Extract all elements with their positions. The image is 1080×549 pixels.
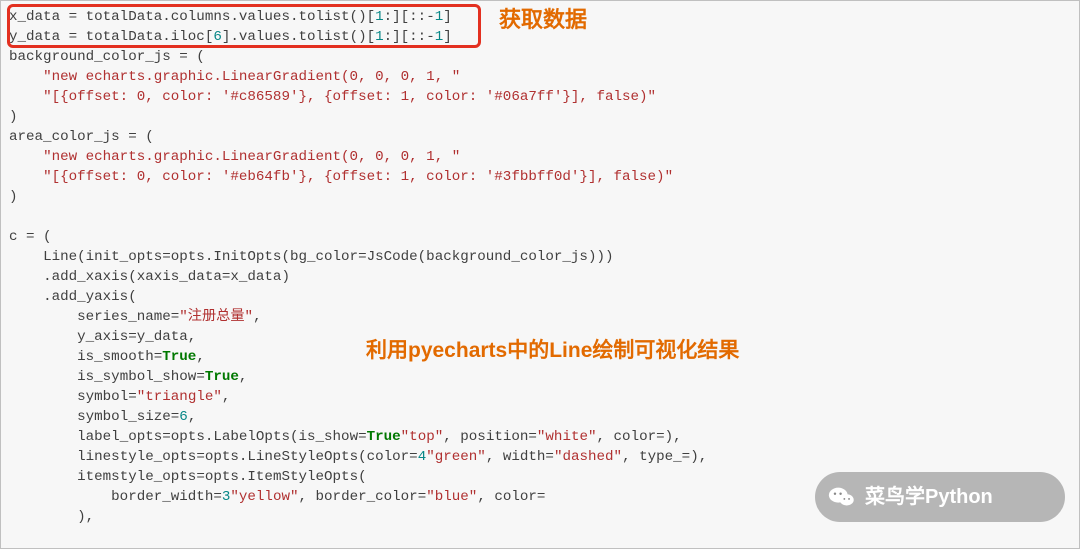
watermark-text: 菜鸟学Python (865, 487, 993, 507)
code-block: x_data = totalData.columns.values.tolist… (9, 7, 1071, 527)
annotation-line-chart: 利用pyecharts中的Line绘制可视化结果 (366, 341, 739, 361)
wechat-icon (825, 480, 859, 514)
annotation-fetch-data: 获取数据 (499, 10, 587, 30)
code-screenshot-page: 获取数据 利用pyecharts中的Line绘制可视化结果 x_data = t… (0, 0, 1080, 549)
watermark-pill: 菜鸟学Python (815, 472, 1065, 522)
